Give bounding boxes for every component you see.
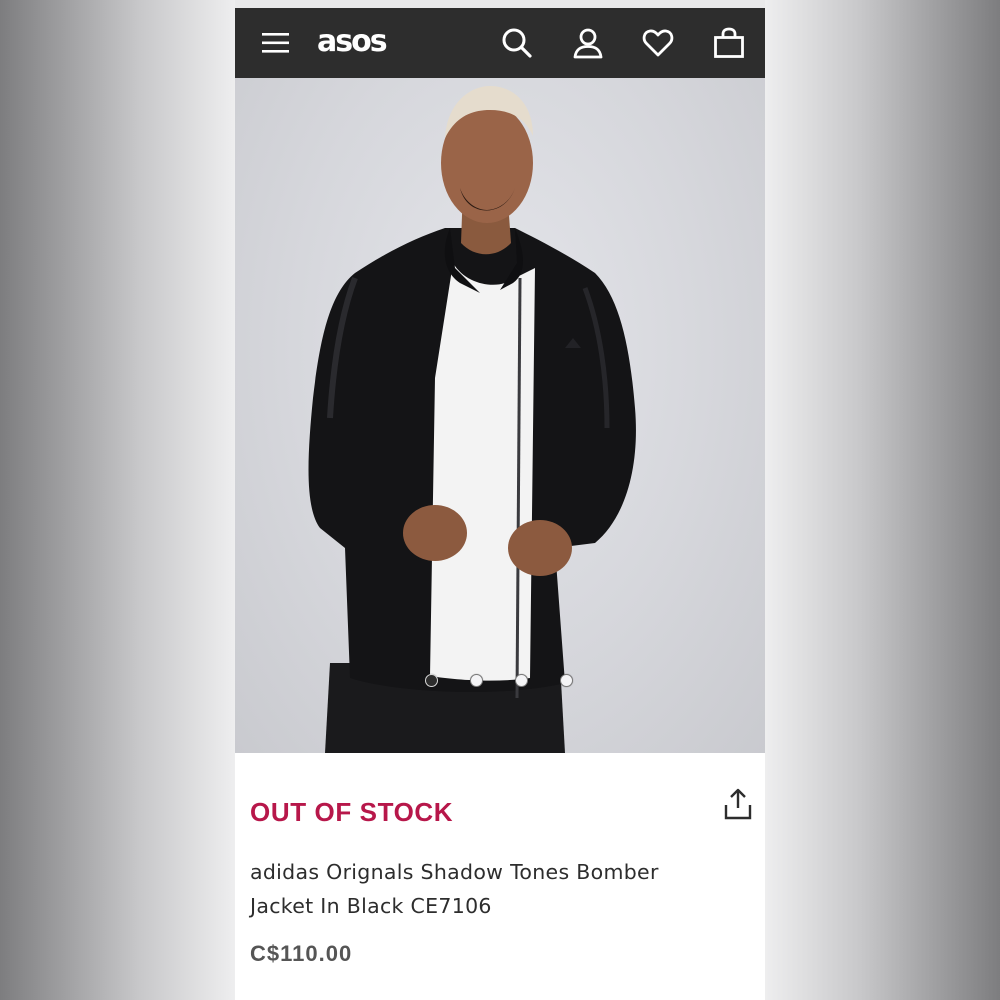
product-page: asos OUT OF STOCK adidas Orignals Shadow… — [235, 0, 765, 1000]
product-price: C$110.00 — [250, 941, 353, 966]
top-nav-bar: asos — [235, 8, 765, 78]
carousel-dot-1[interactable] — [425, 674, 438, 687]
bag-icon[interactable] — [711, 8, 747, 78]
share-icon[interactable] — [723, 787, 753, 821]
carousel-dot-2[interactable] — [470, 674, 483, 687]
carousel-dot-4[interactable] — [560, 674, 573, 687]
product-details: OUT OF STOCK adidas Orignals Shadow Tone… — [235, 753, 765, 1000]
heart-icon[interactable] — [640, 8, 676, 78]
asos-logo[interactable]: asos — [317, 22, 388, 62]
carousel-dot-3[interactable] — [515, 674, 528, 687]
stock-status: OUT OF STOCK — [250, 797, 454, 827]
product-name: adidas Orignals Shadow Tones Bomber Jack… — [250, 855, 720, 923]
product-name-line-2: Jacket In Black CE7106 — [250, 894, 492, 918]
product-image[interactable] — [235, 78, 765, 753]
account-icon[interactable] — [570, 8, 606, 78]
model-photo — [308, 86, 636, 753]
search-icon[interactable] — [499, 8, 535, 78]
status-strip — [235, 0, 765, 8]
product-name-line-1: adidas Orignals Shadow Tones Bomber — [250, 860, 659, 884]
image-carousel-dots — [235, 674, 765, 694]
menu-icon[interactable] — [259, 8, 293, 78]
